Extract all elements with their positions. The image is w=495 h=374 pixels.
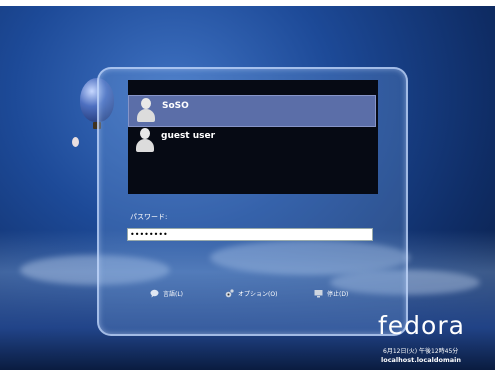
user-name: guest user	[161, 131, 216, 141]
password-label: パスワード:	[130, 213, 168, 221]
language-label: 言語(L)	[163, 291, 184, 298]
fedora-logo: fedora	[378, 311, 465, 340]
bottom-bar: 言語(L) オプション(O) 停止(D)	[140, 287, 380, 301]
user-item-guest[interactable]: guest user	[128, 126, 374, 156]
computer-icon	[314, 289, 323, 298]
shutdown-label: 停止(D)	[327, 291, 349, 298]
user-name: SoSO	[162, 101, 189, 111]
user-item-soso[interactable]: SoSO	[128, 95, 376, 127]
shutdown-button[interactable]: 停止(D)	[314, 289, 348, 298]
options-label: オプション(O)	[238, 291, 278, 298]
user-list[interactable]: SoSO guest user	[128, 80, 378, 194]
top-border	[0, 0, 495, 6]
gear-icon	[225, 289, 234, 298]
language-button[interactable]: 言語(L)	[150, 289, 183, 298]
small-balloon-image	[72, 137, 79, 147]
options-button[interactable]: オプション(O)	[225, 289, 277, 298]
hostname: localhost.localdomain	[381, 356, 461, 364]
speech-bubble-icon	[150, 289, 159, 298]
user-avatar-icon	[134, 128, 156, 152]
date-time: 6月12日(火) 午後12時45分	[383, 348, 459, 355]
bottom-border	[0, 370, 495, 374]
password-input[interactable]: ••••••••	[127, 228, 373, 241]
user-avatar-icon	[135, 98, 157, 122]
